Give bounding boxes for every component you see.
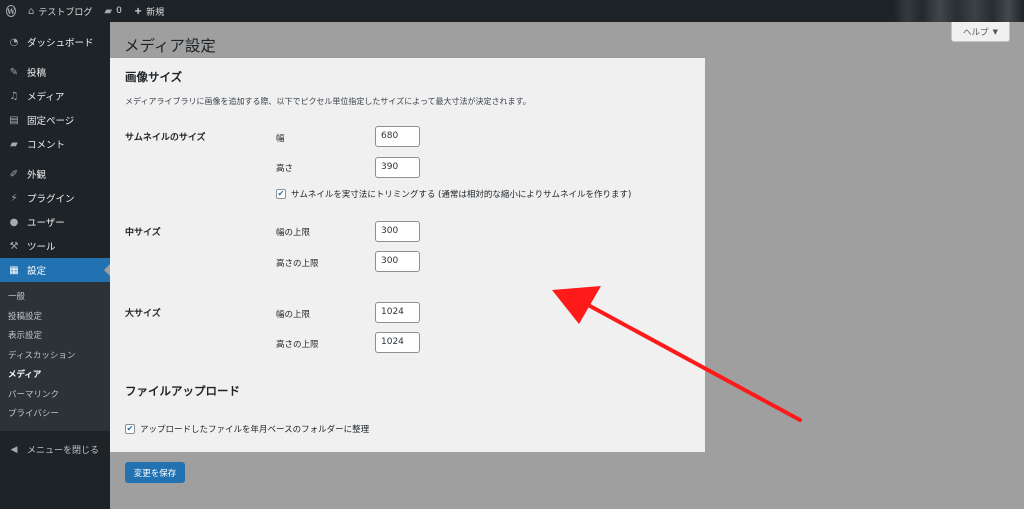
admin-bar: W ⌂ テストブログ ▰ 0 + 新規	[0, 0, 1024, 22]
wrench-icon: ⚒	[9, 240, 19, 252]
thumbnail-height-label: 高さ	[276, 164, 294, 174]
sidebar-item-settings[interactable]: ▦ 設定	[0, 258, 110, 282]
submenu-item-privacy[interactable]: プライバシー	[0, 405, 110, 425]
new-content-link[interactable]: + 新規	[128, 0, 170, 22]
comment-icon: ▰	[10, 138, 18, 150]
wordpress-logo-icon: W	[6, 5, 16, 17]
submenu-item-permalinks[interactable]: パーマリンク	[0, 386, 110, 406]
thumbnail-size-label: サムネイルのサイズ	[125, 133, 206, 143]
thumbnail-crop-label: サムネイルを実寸法にトリミングする (通常は相対的な縮小によりサムネイルを作りま…	[291, 190, 632, 200]
submenu-item-media[interactable]: メディア	[0, 366, 110, 386]
home-icon: ⌂	[28, 5, 35, 17]
thumbnail-crop-checkbox[interactable]: ✔	[276, 189, 286, 199]
caret-down-icon: ▼	[992, 27, 998, 36]
sidebar-item-label: コメント	[27, 140, 66, 151]
media-settings-panel: 画像サイズ メディアライブラリに画像を追加する際、以下でピクセル単位指定したサイ…	[110, 58, 705, 452]
submenu-item-general[interactable]: 一般	[0, 288, 110, 308]
settings-submenu: 一般 投稿設定 表示設定 ディスカッション メディア パーマリンク プライバシー	[0, 282, 110, 431]
dashboard-icon: ◔	[9, 36, 19, 48]
sidebar-item-label: 投稿	[27, 68, 47, 79]
collapse-arrow-icon: ◀	[10, 444, 18, 455]
sidebar-item-label: メディア	[27, 92, 65, 103]
large-height-label: 高さの上限	[276, 340, 319, 350]
sidebar-item-posts[interactable]: ✎ 投稿	[0, 60, 110, 84]
new-label: 新規	[146, 7, 165, 18]
comments-count: 0	[116, 6, 122, 16]
sidebar-item-plugins[interactable]: ⚡ プラグイン	[0, 186, 110, 210]
admin-sidebar: ◔ ダッシュボード ✎ 投稿 ♫ メディア ▤ 固定ページ ▰ コメント ✐ 外…	[0, 22, 110, 509]
comment-icon: ▰	[104, 5, 113, 17]
collapse-menu-button[interactable]: ◀ メニューを閉じる	[0, 437, 110, 463]
thumbnail-width-label: 幅	[276, 134, 285, 144]
file-upload-heading: ファイルアップロード	[125, 384, 240, 398]
plugin-icon: ⚡	[10, 192, 18, 204]
collapse-menu-label: メニューを閉じる	[27, 446, 100, 456]
submenu-item-discussion[interactable]: ディスカッション	[0, 347, 110, 367]
large-width-label: 幅の上限	[276, 310, 311, 320]
thumbnail-width-input[interactable]: 680	[375, 126, 420, 147]
image-sizes-heading: 画像サイズ	[125, 70, 183, 84]
sidebar-item-label: プラグイン	[27, 194, 75, 205]
submenu-item-writing[interactable]: 投稿設定	[0, 308, 110, 328]
user-icon: ●	[9, 216, 19, 228]
organize-uploads-option: ✔ アップロードしたファイルを年月ベースのフォルダーに整理	[125, 423, 369, 435]
plus-icon: +	[133, 5, 143, 17]
brush-icon: ✐	[9, 168, 19, 180]
help-label: ヘルプ	[963, 27, 989, 38]
large-size-label: 大サイズ	[125, 309, 161, 319]
sidebar-item-pages[interactable]: ▤ 固定ページ	[0, 108, 110, 132]
blurred-user-info	[894, 0, 1024, 22]
sidebar-item-dashboard[interactable]: ◔ ダッシュボード	[0, 30, 110, 54]
thumbnail-crop-option: ✔ サムネイルを実寸法にトリミングする (通常は相対的な縮小によりサムネイルを作…	[276, 188, 631, 200]
page-icon: ▤	[9, 114, 19, 126]
thumbnail-height-input[interactable]: 390	[375, 157, 420, 178]
media-icon: ♫	[9, 90, 19, 102]
save-changes-button[interactable]: 変更を保存	[125, 462, 185, 483]
organize-uploads-checkbox[interactable]: ✔	[125, 424, 135, 434]
comments-link[interactable]: ▰ 0	[98, 0, 127, 22]
site-name-link[interactable]: ⌂ テストブログ	[22, 0, 98, 22]
sidebar-item-label: 設定	[27, 266, 47, 277]
large-height-input[interactable]: 1024	[375, 332, 420, 353]
site-name: テストブログ	[38, 7, 93, 18]
wordpress-logo-button[interactable]: W	[0, 0, 22, 22]
sidebar-item-users[interactable]: ● ユーザー	[0, 210, 110, 234]
sidebar-item-label: ユーザー	[27, 218, 65, 229]
medium-width-input[interactable]: 300	[375, 221, 420, 242]
medium-width-label: 幅の上限	[276, 228, 311, 238]
sidebar-item-label: 外観	[27, 170, 47, 181]
sidebar-item-comments[interactable]: ▰ コメント	[0, 132, 110, 156]
page-title: メディア設定	[124, 37, 216, 55]
medium-height-input[interactable]: 300	[375, 251, 420, 272]
sidebar-item-media[interactable]: ♫ メディア	[0, 84, 110, 108]
pin-icon: ✎	[9, 66, 19, 78]
medium-height-label: 高さの上限	[276, 259, 319, 269]
settings-icon: ▦	[9, 264, 19, 276]
image-sizes-description: メディアライブラリに画像を追加する際、以下でピクセル単位指定したサイズによって最…	[125, 97, 531, 106]
organize-uploads-label: アップロードしたファイルを年月ベースのフォルダーに整理	[140, 425, 370, 435]
sidebar-item-appearance[interactable]: ✐ 外観	[0, 162, 110, 186]
sidebar-item-label: 固定ページ	[27, 116, 75, 127]
medium-size-label: 中サイズ	[125, 228, 161, 238]
sidebar-item-label: ツール	[27, 242, 56, 253]
sidebar-item-tools[interactable]: ⚒ ツール	[0, 234, 110, 258]
help-tab-button[interactable]: ヘルプ ▼	[951, 22, 1010, 42]
large-width-input[interactable]: 1024	[375, 302, 420, 323]
submenu-item-reading[interactable]: 表示設定	[0, 327, 110, 347]
sidebar-item-label: ダッシュボード	[27, 38, 94, 49]
